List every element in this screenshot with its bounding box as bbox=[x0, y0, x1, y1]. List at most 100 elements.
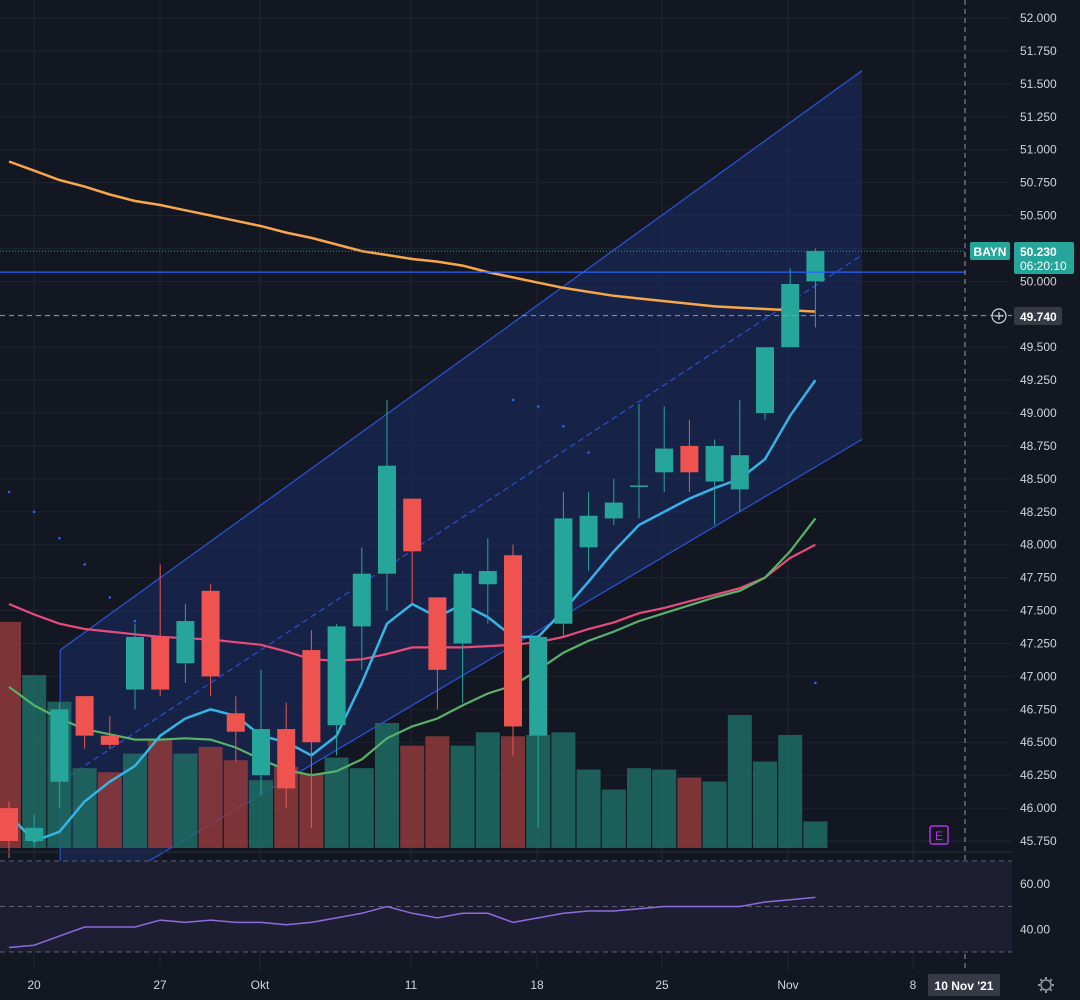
candle-body bbox=[226, 713, 245, 732]
rsi-tick-label: 60.00 bbox=[1020, 877, 1050, 891]
candle-body bbox=[50, 709, 69, 782]
time-tick-label: 27 bbox=[153, 978, 167, 992]
candle[interactable] bbox=[504, 544, 522, 756]
dot-point bbox=[108, 596, 112, 599]
earnings-marker-label: E bbox=[935, 829, 943, 843]
dot-point bbox=[133, 619, 137, 623]
price-tick-label: 49.250 bbox=[1020, 373, 1057, 387]
price-tick-label: 48.250 bbox=[1020, 505, 1057, 519]
candle-body bbox=[630, 485, 648, 487]
candle[interactable] bbox=[756, 347, 774, 420]
volume-bar bbox=[375, 722, 399, 848]
price-tick-label: 46.000 bbox=[1020, 801, 1057, 815]
candle-body bbox=[554, 518, 573, 624]
dot-point bbox=[814, 681, 817, 685]
volume-bar bbox=[198, 746, 223, 848]
crosshair-price-value: 49.740 bbox=[1020, 310, 1057, 324]
candle-body bbox=[327, 626, 346, 726]
time-tick-label: Okt bbox=[251, 978, 270, 992]
candle-body bbox=[756, 347, 774, 414]
price-tick-label: 50.000 bbox=[1020, 274, 1057, 288]
price-tick-label: 48.500 bbox=[1020, 472, 1057, 486]
price-tick-label: 45.750 bbox=[1020, 834, 1057, 848]
price-tick-label: 47.500 bbox=[1020, 604, 1057, 618]
volume-bar bbox=[727, 715, 752, 848]
crosshair-date-tag[interactable]: 10 Nov '21 bbox=[928, 974, 1000, 996]
candle-body bbox=[100, 735, 119, 745]
candle-body bbox=[579, 515, 598, 548]
price-tick-label: 48.750 bbox=[1020, 439, 1057, 453]
volume-bar bbox=[702, 781, 727, 848]
candle-body bbox=[176, 621, 195, 664]
candle-body bbox=[504, 555, 522, 727]
price-tick-label: 47.750 bbox=[1020, 571, 1057, 585]
volume-bar bbox=[601, 789, 626, 848]
dot-point bbox=[32, 510, 36, 514]
last-price-value: 50.230 bbox=[1020, 245, 1057, 259]
volume-bar bbox=[72, 768, 97, 848]
candle-body bbox=[25, 827, 44, 841]
price-tick-label: 46.500 bbox=[1020, 735, 1057, 749]
crosshair-price-tag[interactable]: 49.740 bbox=[991, 307, 1062, 325]
dot-point bbox=[83, 563, 86, 566]
ticker-tag[interactable]: BAYN bbox=[970, 242, 1010, 260]
dot-point bbox=[58, 536, 61, 540]
price-tick-label: 52.000 bbox=[1020, 11, 1057, 25]
candle-body bbox=[680, 445, 699, 473]
volume-bar bbox=[173, 753, 198, 848]
ticker-tag-label: BAYN bbox=[974, 245, 1007, 259]
price-tick-label: 50.500 bbox=[1020, 209, 1057, 223]
time-tick-label: 8 bbox=[910, 978, 917, 992]
time-tick-label: 20 bbox=[27, 978, 41, 992]
candle-body bbox=[730, 455, 749, 490]
volume-bar bbox=[551, 732, 576, 848]
volume-bar bbox=[450, 745, 475, 848]
candle-body bbox=[302, 650, 321, 743]
time-tick-label: 18 bbox=[530, 978, 544, 992]
volume-bar bbox=[400, 745, 425, 848]
time-tick-label: 25 bbox=[655, 978, 669, 992]
candle-body bbox=[151, 636, 170, 690]
price-tick-label: 51.250 bbox=[1020, 110, 1057, 124]
dot-point bbox=[562, 424, 565, 428]
price-tick-label: 46.750 bbox=[1020, 702, 1057, 716]
volume-bar bbox=[803, 821, 828, 848]
rsi-tick-label: 40.00 bbox=[1020, 922, 1050, 936]
dot-point bbox=[511, 398, 515, 402]
volume-bar bbox=[475, 732, 500, 848]
price-tick-label: 50.750 bbox=[1020, 176, 1057, 190]
price-tick-label: 51.000 bbox=[1020, 143, 1057, 157]
price-tick-label: 51.750 bbox=[1020, 44, 1057, 58]
volume-bar bbox=[425, 736, 450, 848]
bar-countdown: 06:20:10 bbox=[1020, 259, 1067, 273]
candle-body bbox=[655, 448, 674, 473]
price-tick-label: 51.500 bbox=[1020, 77, 1057, 91]
volume-bar bbox=[627, 768, 651, 848]
volume-bar bbox=[123, 753, 147, 848]
rsi-pane bbox=[0, 860, 1012, 953]
volume-bar bbox=[778, 734, 803, 848]
candle-body bbox=[201, 590, 220, 677]
stock-chart[interactable]: 52.000 51.750 51.500 51.250 51.000 50.750 50.5… bbox=[0, 0, 1080, 1000]
candle-body bbox=[126, 636, 144, 690]
candle-body bbox=[75, 696, 94, 736]
volume-bar bbox=[652, 769, 677, 848]
candle-body bbox=[806, 251, 825, 282]
candle-body bbox=[0, 808, 18, 841]
candle-body bbox=[604, 502, 623, 519]
candle-body bbox=[529, 636, 548, 736]
price-tick-label: 46.250 bbox=[1020, 768, 1057, 782]
volume-bar bbox=[223, 760, 248, 848]
candle-body bbox=[403, 498, 422, 552]
price-tick-label: 48.000 bbox=[1020, 538, 1057, 552]
volume-bar bbox=[349, 768, 374, 848]
last-price-tag[interactable]: 50.230 06:20:10 bbox=[1014, 242, 1074, 274]
price-tick-label: 49.500 bbox=[1020, 340, 1057, 354]
volume-bar bbox=[677, 777, 702, 848]
price-tick-label: 49.000 bbox=[1020, 406, 1057, 420]
volume-bar bbox=[576, 769, 601, 848]
crosshair-date-value: 10 Nov '21 bbox=[935, 979, 994, 993]
candle-body bbox=[428, 597, 447, 670]
price-tick-label: 47.250 bbox=[1020, 636, 1057, 650]
candle-body bbox=[378, 465, 396, 574]
